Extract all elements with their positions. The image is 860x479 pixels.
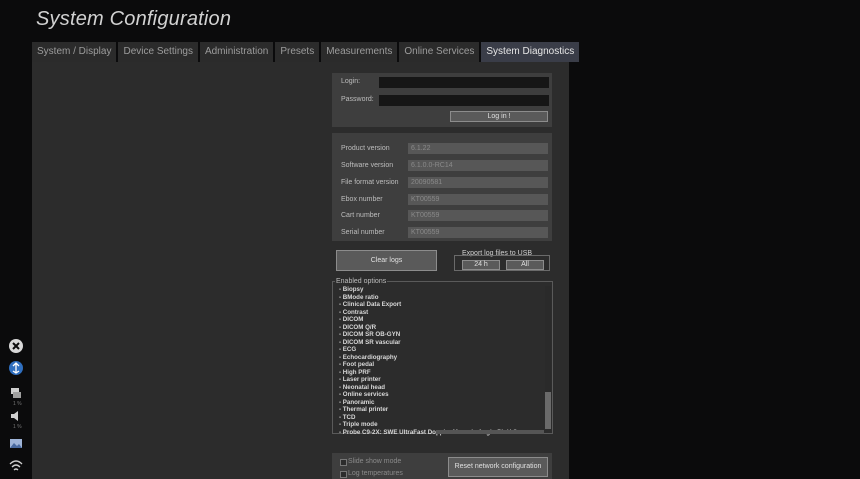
log-temperatures-label: Log temperatures — [348, 470, 403, 477]
ebox-number-label: Ebox number — [341, 196, 383, 203]
slideshow-label: Slide show mode — [348, 458, 402, 465]
options-scrollbar[interactable] — [545, 286, 551, 429]
list-item: - Online services — [339, 391, 389, 398]
list-item: - Clinical Data Export — [339, 301, 402, 308]
list-item: - Biopsy — [339, 286, 364, 293]
tab-presets[interactable]: Presets — [275, 42, 320, 62]
password-label: Password: — [341, 96, 374, 103]
tab-bar: System / Display Device Settings Adminis… — [32, 42, 580, 62]
file-format-version-value: 20090581 — [408, 177, 548, 188]
tab-measurements[interactable]: Measurements — [321, 42, 398, 62]
cart-number-value: KT00559 — [408, 210, 548, 221]
reset-network-button[interactable]: Reset network configuration — [448, 457, 548, 477]
tab-administration[interactable]: Administration — [199, 42, 274, 62]
volume-readout-1: 1 % — [13, 401, 22, 407]
enabled-options-list[interactable]: - Biopsy - BMode ratio - Clinical Data E… — [339, 286, 544, 436]
software-version-value: 6.1.0.0-RC14 — [408, 160, 548, 171]
list-item: - DICOM Q/R — [339, 323, 377, 331]
login-input[interactable] — [379, 77, 549, 88]
list-item: - Thermal printer — [339, 406, 389, 413]
tab-system-diagnostics[interactable]: System Diagnostics — [481, 42, 580, 62]
login-button[interactable]: Log in ! — [450, 111, 548, 122]
password-input[interactable] — [379, 95, 549, 106]
image-icon[interactable] — [8, 436, 24, 452]
tab-system-display[interactable]: System / Display — [32, 42, 117, 62]
clear-logs-button[interactable]: Clear logs — [336, 250, 437, 271]
export-24h-button[interactable]: 24 h — [462, 260, 500, 270]
connectivity-icon[interactable] — [8, 360, 24, 376]
volume-readout-2: 1 % — [13, 424, 22, 430]
file-format-version-label: File format version — [341, 179, 399, 186]
list-item: - BMode ratio — [339, 293, 379, 301]
product-version-label: Product version — [341, 145, 390, 152]
list-item: - Echocardiography — [339, 353, 398, 361]
options-scroll-thumb[interactable] — [545, 392, 551, 429]
serial-number-label: Serial number — [341, 229, 385, 236]
list-item: - Triple mode — [339, 421, 378, 428]
wifi-icon[interactable] — [8, 458, 24, 474]
serial-number-value: KT00559 — [408, 227, 548, 238]
list-item: - Contrast — [339, 308, 369, 316]
list-item: - Laser printer — [339, 376, 381, 383]
list-item: - Foot pedal — [339, 361, 375, 368]
log-temperatures-checkbox[interactable] — [340, 471, 347, 478]
export-all-button[interactable]: All — [506, 260, 544, 270]
options-horizontal-scrollbar[interactable] — [436, 430, 544, 434]
software-version-label: Software version — [341, 162, 394, 169]
list-item: - High PRF — [339, 368, 371, 376]
login-label: Login: — [341, 78, 361, 85]
list-item: - Panoramic — [339, 398, 375, 406]
enabled-options-legend: Enabled options — [335, 278, 388, 285]
list-item: - Neonatal head — [339, 383, 386, 391]
product-version-value: 6.1.22 — [408, 143, 548, 154]
list-item: - DICOM — [339, 316, 364, 323]
list-item: - TCD — [339, 413, 356, 421]
storage-icon[interactable] — [8, 385, 24, 401]
list-item: - DICOM SR vascular — [339, 338, 401, 346]
cart-number-label: Cart number — [341, 212, 380, 219]
left-toolbar: 1 % 1 % — [0, 330, 30, 479]
tab-device-settings[interactable]: Device Settings — [118, 42, 198, 62]
window-title: System Configuration — [36, 8, 232, 30]
speaker-icon[interactable] — [8, 408, 24, 424]
tab-online-services[interactable]: Online Services — [399, 42, 480, 62]
ebox-number-value: KT00559 — [408, 194, 548, 205]
slideshow-checkbox[interactable] — [340, 459, 347, 466]
close-icon[interactable] — [8, 338, 24, 354]
list-item: - ECG — [339, 346, 357, 353]
list-item: - DICOM SR OB-GYN — [339, 331, 401, 338]
